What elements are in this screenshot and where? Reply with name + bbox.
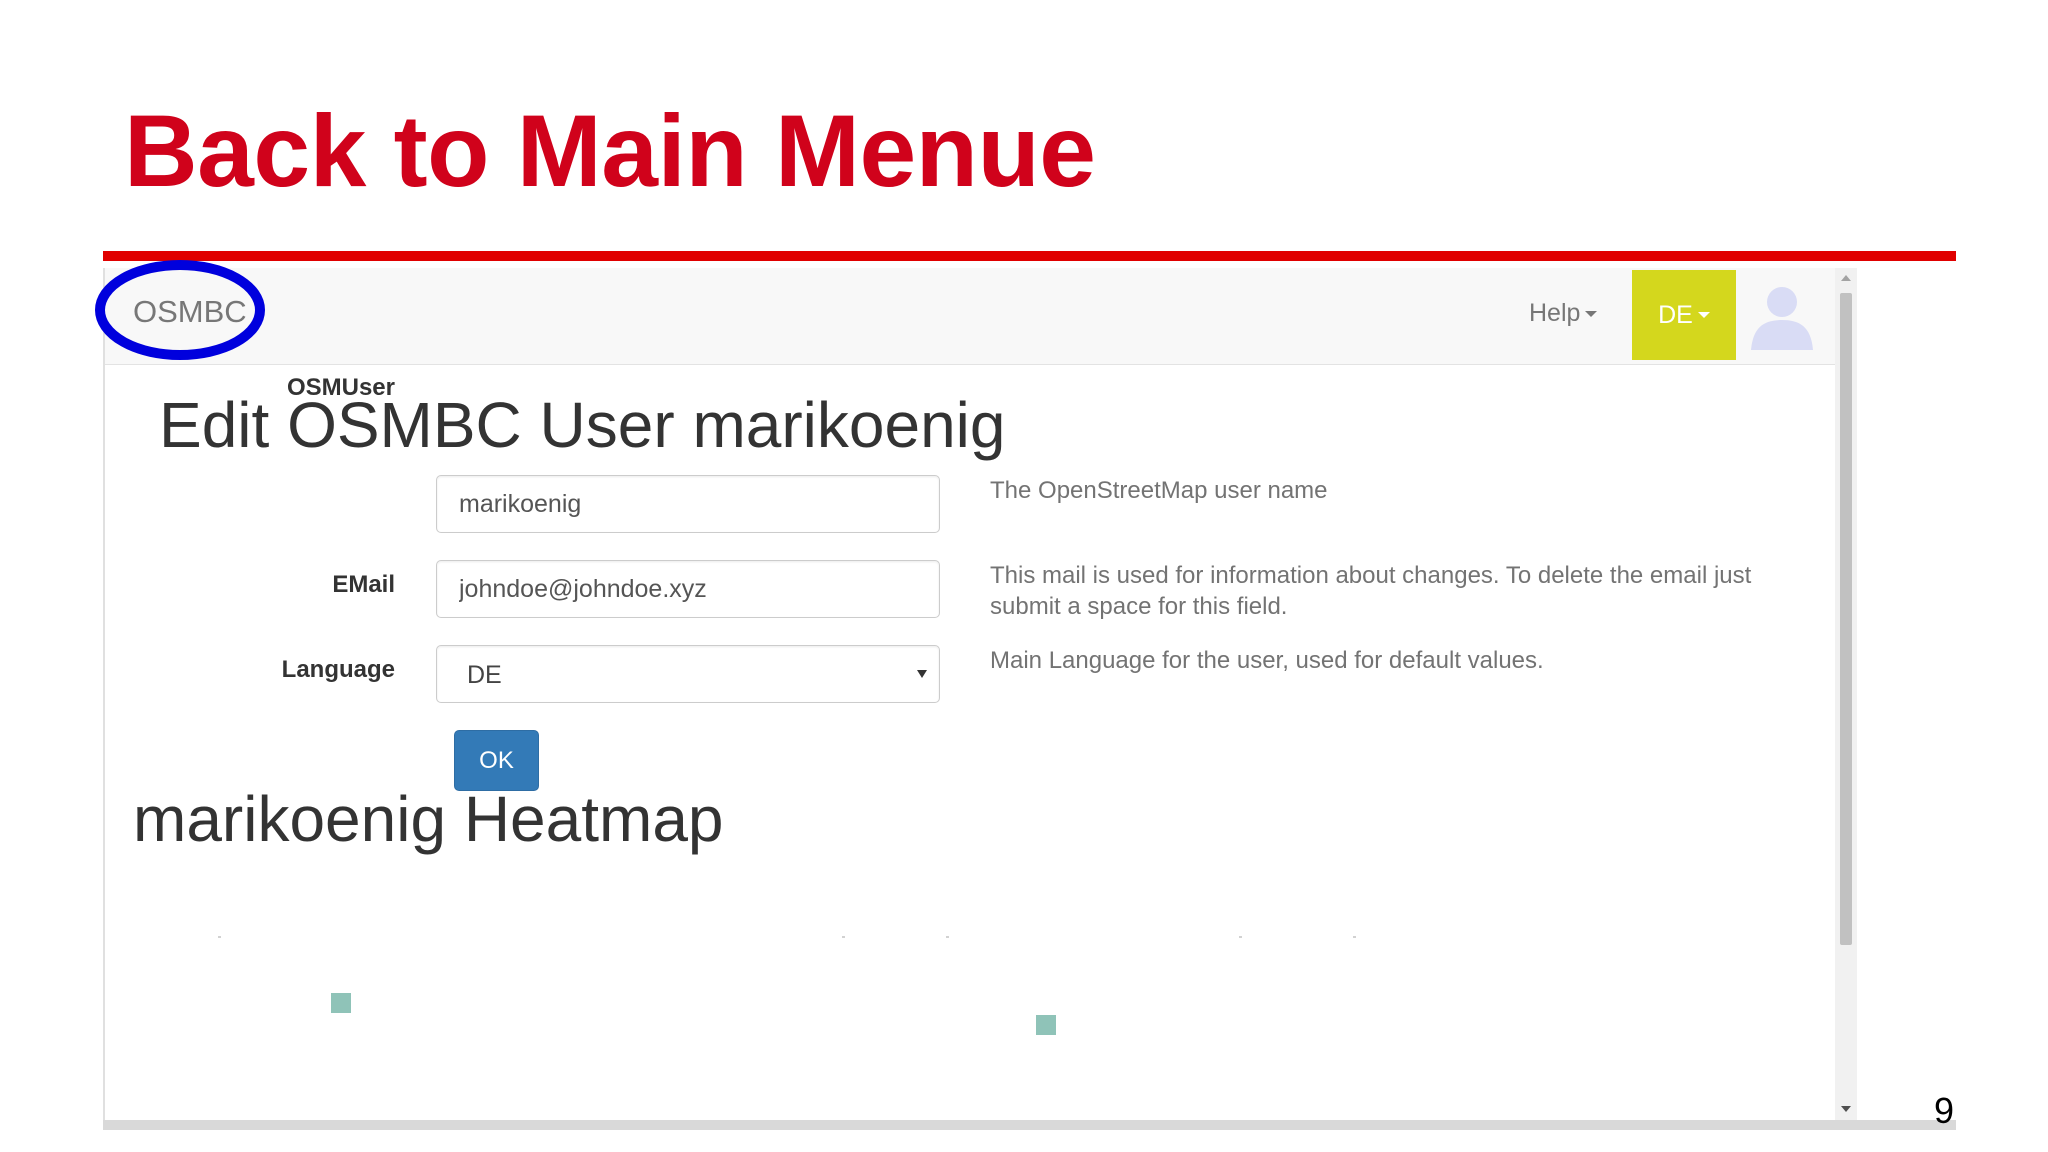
dropdown-arrow-icon <box>917 670 927 678</box>
help-menu[interactable]: Help <box>1529 299 1598 328</box>
heatmap-cell <box>331 993 351 1013</box>
user-avatar-icon[interactable] <box>1745 278 1819 352</box>
osmuser-input[interactable] <box>436 475 940 533</box>
highlight-ellipse <box>95 260 265 360</box>
language-label: Language <box>281 656 395 683</box>
help-menu-label: Help <box>1529 299 1581 327</box>
page-number: 9 <box>1934 1090 1955 1131</box>
language-select-value: DE <box>467 661 502 689</box>
heatmap-tick <box>1239 936 1242 938</box>
email-label: EMail <box>332 571 395 598</box>
scrollbar-thumb[interactable] <box>1840 293 1852 945</box>
caret-down-icon <box>1697 312 1710 318</box>
bottom-rule <box>103 1120 1956 1130</box>
heatmap-tick <box>842 936 845 938</box>
language-select[interactable]: DE <box>436 645 940 703</box>
heatmap-tick <box>946 936 949 938</box>
scroll-up-arrow-icon[interactable] <box>1841 275 1851 281</box>
heatmap-tick <box>1353 936 1356 938</box>
email-input[interactable] <box>436 560 940 618</box>
vertical-scrollbar[interactable] <box>1835 268 1857 1126</box>
heatmap-tick <box>218 936 221 938</box>
language-menu[interactable]: DE <box>1632 270 1736 360</box>
language-help-text: Main Language for the user, used for def… <box>990 647 1544 674</box>
osmuser-help-text: The OpenStreetMap user name <box>990 477 1328 504</box>
heatmap-cell <box>1036 1015 1056 1035</box>
language-menu-label: DE <box>1658 300 1693 329</box>
slide-title: Back to Main Menue <box>124 94 1096 208</box>
heatmap-heading: marikoenig Heatmap <box>133 783 724 855</box>
caret-down-icon <box>1585 311 1598 318</box>
navbar: OSMBC Help DE <box>105 268 1835 365</box>
title-underline <box>103 251 1956 261</box>
scroll-down-arrow-icon[interactable] <box>1841 1106 1851 1112</box>
osmuser-label: OSMUser <box>286 374 395 401</box>
slide: Back to Main Menue OSMBC Help DE Edit OS… <box>0 0 2048 1152</box>
email-help-text: This mail is used for information about … <box>990 562 1752 621</box>
app-screenshot: OSMBC Help DE Edit OSMBC User marikoenig… <box>103 268 1857 1126</box>
